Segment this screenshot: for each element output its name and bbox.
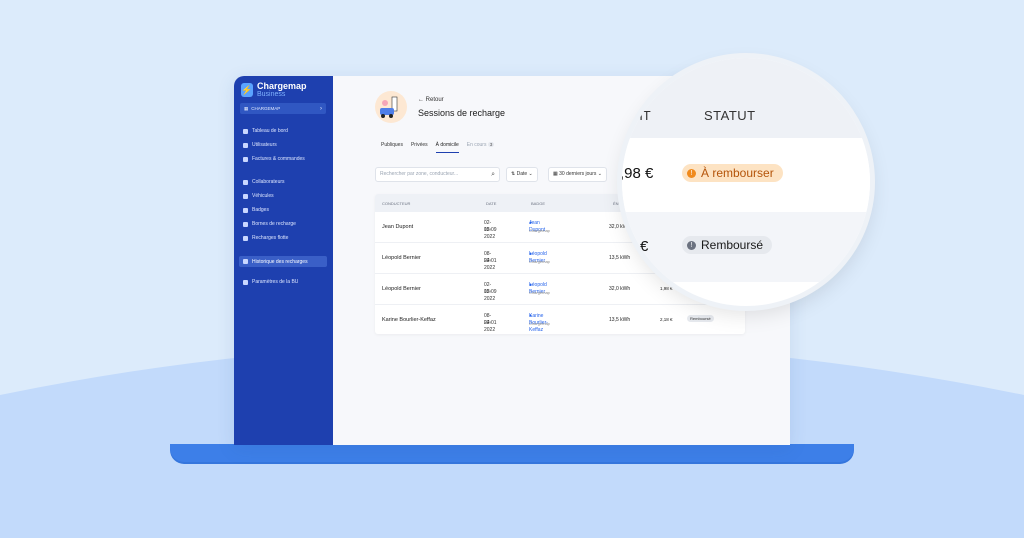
charging-illustration	[375, 91, 407, 123]
arrow-left-icon: ←	[418, 97, 424, 103]
col-header-date: DATE	[486, 201, 497, 206]
zoom-col-amount: T HT	[622, 108, 651, 123]
tab-private[interactable]: Privées	[411, 142, 428, 153]
status-badge-refunded: ! Remboursé	[682, 236, 773, 254]
table-row[interactable]: Karine Bourlier-Keffaz 08-04-2022 22:01 ●…	[375, 305, 745, 334]
badge-icon	[243, 207, 248, 213]
zoom-magnifier: T HT STATUT ,98 € € ! À rembourser ! Rem…	[622, 58, 870, 306]
plug-icon	[243, 259, 248, 264]
chevron-right-icon: ›	[320, 105, 322, 112]
dashboard-icon	[243, 128, 248, 134]
charging-station-icon	[243, 221, 248, 227]
search-icon: ⌕	[491, 171, 495, 178]
driver-name: Léopold Bernier	[382, 255, 421, 261]
zoom-amount: €	[640, 238, 649, 255]
zoom-col-status: STATUT	[704, 108, 756, 123]
date-sort-filter[interactable]: ⇅ Date ⌄	[506, 167, 538, 182]
chevron-down-icon: ⌄	[528, 171, 533, 177]
bu-selector-label: CHARGEMAP	[251, 106, 281, 111]
zoom-table-header	[622, 58, 870, 138]
brand: ⚡ Chargemap Business	[241, 82, 307, 98]
zoom-amount: ,98 €	[622, 165, 654, 182]
tab-count-badge: 3	[487, 142, 495, 147]
gear-icon	[243, 279, 248, 285]
brand-name: Chargemap	[257, 81, 307, 91]
collaborators-icon	[243, 179, 248, 185]
tab-home[interactable]: À domicile	[435, 142, 459, 153]
chargemap-logo-icon: ⚡	[241, 83, 253, 97]
tab-public[interactable]: Publiques	[381, 142, 403, 153]
driver-name: Karine Bourlier-Keffaz	[382, 317, 436, 323]
laptop-base	[170, 444, 854, 462]
chevron-down-icon: ⌄	[597, 171, 602, 177]
energy-value: 32,0 kWh	[609, 286, 631, 292]
back-link[interactable]: ← Retour	[418, 97, 444, 103]
sidebar-item-vehicles[interactable]: Véhicules	[243, 193, 274, 199]
sidebar-item-bu-settings[interactable]: Paramètres de la BU	[243, 279, 298, 285]
sidebar-item-fleet-charges[interactable]: Recharges flotte	[243, 235, 288, 241]
sort-icon: ⇅	[511, 171, 516, 177]
tab-in-progress[interactable]: En cours 3	[467, 142, 495, 153]
status-badge: Remboursé	[687, 315, 714, 322]
sidebar-item-dashboard[interactable]: Tableau de bord	[243, 128, 288, 134]
building-icon: ▦	[244, 105, 249, 111]
users-icon	[243, 142, 248, 148]
invoice-icon	[243, 156, 248, 162]
col-header-driver: CONDUCTEUR	[382, 201, 411, 206]
search-placeholder: Rechercher par zone, conducteur...	[380, 171, 459, 177]
page-title: Sessions de recharge	[418, 108, 506, 118]
bu-selector[interactable]: ▦ CHARGEMAP ›	[240, 103, 326, 114]
amount-value: 2,18 €	[660, 317, 673, 322]
tabs: Publiques Privées À domicile En cours 3	[381, 142, 495, 153]
col-header-energy: ÉN	[613, 201, 619, 206]
plug-icon	[243, 235, 248, 241]
calendar-icon: ▦	[553, 171, 558, 177]
sidebar-item-badges[interactable]: Badges	[243, 207, 269, 213]
driver-name: Léopold Bernier	[382, 286, 421, 292]
energy-value: 13,5 kWh	[609, 317, 631, 323]
sidebar-item-invoices[interactable]: Factures & commandes	[243, 156, 305, 162]
sidebar-item-collaborators[interactable]: Collaborateurs	[243, 179, 285, 185]
sidebar-item-charge-history[interactable]: Historique des recharges	[239, 256, 327, 267]
driver-name: Jean Dupont	[382, 224, 414, 230]
car-icon	[243, 193, 248, 199]
amount-value: 1,98 €	[660, 286, 673, 291]
search-input[interactable]: Rechercher par zone, conducteur... ⌕	[375, 167, 500, 182]
alert-icon: !	[687, 240, 696, 250]
sidebar: ⚡ Chargemap Business ▦ CHARGEMAP › Table…	[234, 76, 333, 445]
alert-icon: !	[687, 168, 696, 178]
brand-sub: Business	[257, 91, 286, 98]
col-header-badge: BADGE	[531, 201, 546, 206]
period-filter[interactable]: ▦ 30 derniers jours ⌄	[548, 167, 607, 182]
sidebar-item-users[interactable]: Utilisateurs	[243, 142, 277, 148]
status-badge-pending: ! À rembourser	[682, 164, 783, 182]
sidebar-item-charging-stations[interactable]: Bornes de recharge	[243, 221, 296, 227]
